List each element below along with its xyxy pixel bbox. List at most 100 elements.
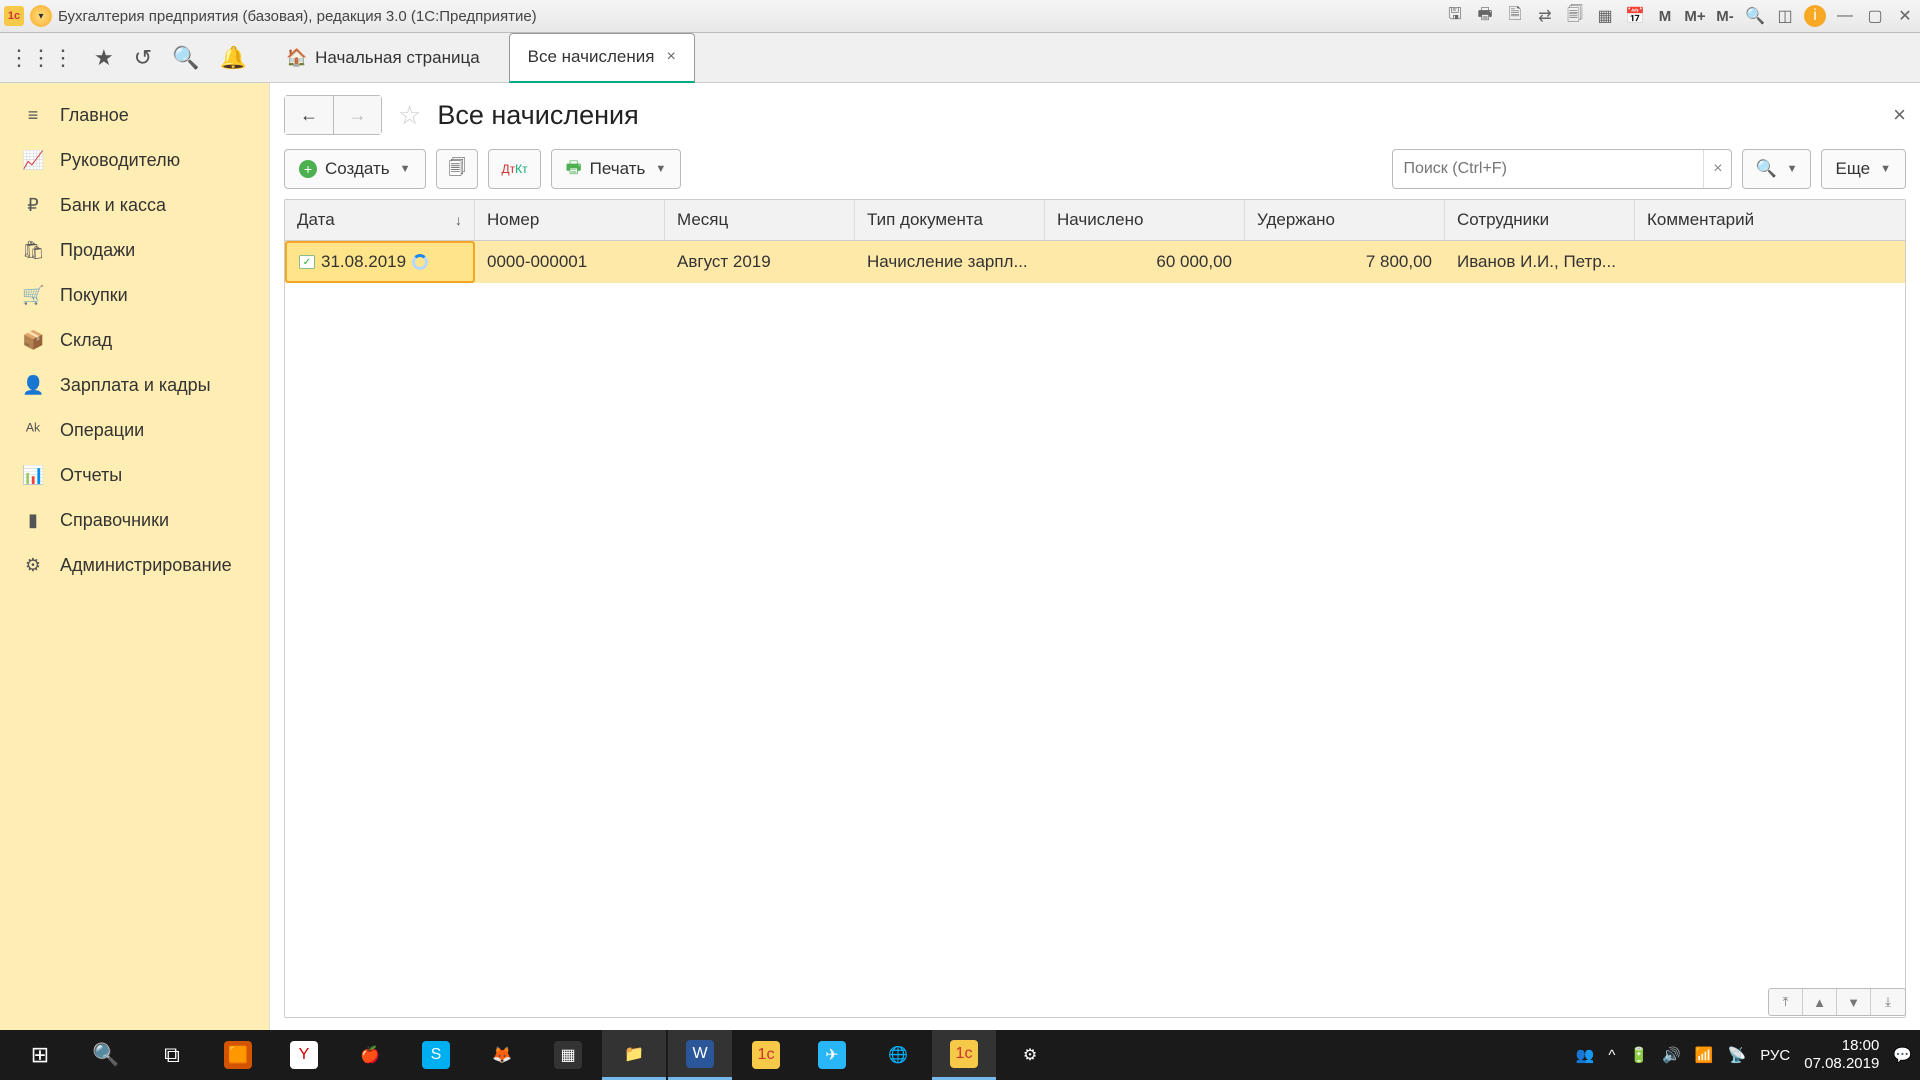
magnifier-icon: 🔍 bbox=[1755, 159, 1776, 179]
tab-accruals[interactable]: Все начисления × bbox=[509, 33, 695, 83]
language-indicator[interactable]: РУС bbox=[1760, 1047, 1790, 1064]
close-page-icon[interactable]: × bbox=[1893, 102, 1906, 128]
app-powerpoint[interactable]: 🟧 bbox=[206, 1030, 270, 1080]
copy-doc-icon: 🗐 bbox=[449, 155, 466, 184]
favorite-star-icon[interactable]: ☆ bbox=[398, 100, 421, 131]
maximize-icon[interactable]: ▢ bbox=[1864, 5, 1886, 27]
nav-back-button[interactable]: ← bbox=[285, 96, 333, 134]
sidebar-item-manager[interactable]: 📈Руководителю bbox=[0, 138, 269, 183]
sidebar-item-bank[interactable]: ₽Банк и касса bbox=[0, 183, 269, 228]
copy-button[interactable]: 🗐 bbox=[436, 149, 479, 189]
task-view-icon[interactable]: ⧉ bbox=[140, 1030, 204, 1080]
more-button[interactable]: Еще ▼ bbox=[1821, 149, 1906, 189]
app-firefox[interactable]: 🦊 bbox=[470, 1030, 534, 1080]
sidebar-item-salary[interactable]: 👤Зарплата и кадры bbox=[0, 363, 269, 408]
tab-home[interactable]: 🏠 Начальная страница bbox=[267, 33, 499, 83]
app-tomato[interactable]: 🍎 bbox=[338, 1030, 402, 1080]
sidebar-label: Покупки bbox=[60, 285, 128, 306]
info-icon[interactable]: i bbox=[1804, 5, 1826, 27]
print-button[interactable]: 🖶 Печать ▼ bbox=[551, 149, 682, 189]
panel-icon[interactable]: ◫ bbox=[1774, 5, 1796, 27]
app-settings[interactable]: ⚙ bbox=[998, 1030, 1062, 1080]
m-icon[interactable]: M bbox=[1654, 5, 1676, 27]
titlebar-dropdown-icon[interactable]: ▾ bbox=[30, 5, 52, 27]
sidebar-label: Продажи bbox=[60, 240, 135, 261]
cell-number: 0000-000001 bbox=[475, 252, 665, 272]
dtkt-icon: ДтКт bbox=[501, 162, 527, 176]
col-month[interactable]: Месяц bbox=[665, 200, 855, 240]
col-number[interactable]: Номер bbox=[475, 200, 665, 240]
nav-last-icon[interactable]: ⤓ bbox=[1871, 989, 1905, 1015]
table-row[interactable]: 31.08.2019 0000-000001 Август 2019 Начис… bbox=[285, 241, 1905, 283]
nav-down-icon[interactable]: ▼ bbox=[1837, 989, 1871, 1015]
copy-icon[interactable]: 🗐 bbox=[1564, 5, 1586, 27]
apps-grid-icon[interactable]: ⋮⋮⋮ bbox=[8, 45, 74, 71]
m-minus-icon[interactable]: M- bbox=[1714, 5, 1736, 27]
start-button[interactable]: ⊞ bbox=[8, 1030, 72, 1080]
nav-first-icon[interactable]: ⤒ bbox=[1769, 989, 1803, 1015]
sidebar-label: Отчеты bbox=[60, 465, 122, 486]
cell-date: 31.08.2019 bbox=[285, 241, 475, 283]
sidebar-item-operations[interactable]: ᴬᵏОперации bbox=[0, 408, 269, 453]
sidebar-item-sales[interactable]: 🛍Продажи bbox=[0, 228, 269, 273]
col-employees[interactable]: Сотрудники bbox=[1445, 200, 1635, 240]
search-button[interactable]: 🔍▼ bbox=[1742, 149, 1810, 189]
clear-search-icon[interactable]: × bbox=[1703, 150, 1731, 188]
app-1c-active[interactable]: 1c bbox=[932, 1030, 996, 1080]
menu-icon: ≡ bbox=[22, 105, 44, 126]
sidebar-item-admin[interactable]: ⚙Администрирование bbox=[0, 543, 269, 588]
app-chrome[interactable]: 🌐 bbox=[866, 1030, 930, 1080]
tray-chevron-icon[interactable]: ^ bbox=[1608, 1047, 1615, 1064]
battery-icon[interactable]: 🔋 bbox=[1629, 1046, 1648, 1064]
calendar-icon[interactable]: 📅 bbox=[1624, 5, 1646, 27]
clock[interactable]: 18:00 07.08.2019 bbox=[1804, 1037, 1879, 1073]
people-icon[interactable]: 👥 bbox=[1576, 1046, 1595, 1064]
sidebar-item-warehouse[interactable]: 📦Склад bbox=[0, 318, 269, 363]
print-icon[interactable]: 🖶 bbox=[1474, 5, 1496, 27]
sound-icon[interactable]: 🔊 bbox=[1662, 1046, 1681, 1064]
app-skype[interactable]: S bbox=[404, 1030, 468, 1080]
app-calc[interactable]: ▦ bbox=[536, 1030, 600, 1080]
col-doctype[interactable]: Тип документа bbox=[855, 200, 1045, 240]
create-button[interactable]: + Создать ▼ bbox=[284, 149, 426, 189]
network-icon[interactable]: 📶 bbox=[1695, 1046, 1714, 1064]
minimize-icon[interactable]: — bbox=[1834, 5, 1856, 27]
more-label: Еще bbox=[1836, 159, 1871, 179]
zoom-icon[interactable]: 🔍 bbox=[1744, 5, 1766, 27]
dtkt-button[interactable]: ДтКт bbox=[488, 149, 540, 189]
app-word[interactable]: W bbox=[668, 1030, 732, 1080]
sidebar-item-purchases[interactable]: 🛒Покупки bbox=[0, 273, 269, 318]
doc-posted-icon bbox=[299, 255, 315, 269]
m-plus-icon[interactable]: M+ bbox=[1684, 5, 1706, 27]
col-withheld[interactable]: Удержано bbox=[1245, 200, 1445, 240]
favorite-icon[interactable]: ★ bbox=[94, 45, 114, 71]
save-icon[interactable]: 🖫 bbox=[1444, 5, 1466, 27]
tab-home-label: Начальная страница bbox=[315, 48, 480, 68]
close-icon[interactable]: ✕ bbox=[1894, 5, 1916, 27]
cell-accrued: 60 000,00 bbox=[1045, 252, 1245, 272]
notifications-icon[interactable]: 💬 bbox=[1893, 1046, 1912, 1064]
app-yandex[interactable]: Y bbox=[272, 1030, 336, 1080]
nav-buttons: ← → bbox=[284, 95, 382, 135]
calc-icon[interactable]: ▦ bbox=[1594, 5, 1616, 27]
search-taskbar-icon[interactable]: 🔍 bbox=[74, 1030, 138, 1080]
search-icon[interactable]: 🔍 bbox=[172, 45, 199, 71]
wifi-icon[interactable]: 📡 bbox=[1728, 1046, 1747, 1064]
sidebar-item-main[interactable]: ≡Главное bbox=[0, 93, 269, 138]
app-1c-yellow[interactable]: 1c bbox=[734, 1030, 798, 1080]
nav-forward-button[interactable]: → bbox=[333, 96, 381, 134]
bell-icon[interactable]: 🔔 bbox=[220, 45, 247, 71]
col-date[interactable]: Дата↓ bbox=[285, 200, 475, 240]
col-accrued[interactable]: Начислено bbox=[1045, 200, 1245, 240]
app-telegram[interactable]: ✈ bbox=[800, 1030, 864, 1080]
compare-icon[interactable]: ⇄ bbox=[1534, 5, 1556, 27]
sidebar-item-directories[interactable]: ▮Справочники bbox=[0, 498, 269, 543]
sidebar-item-reports[interactable]: 📊Отчеты bbox=[0, 453, 269, 498]
tab-close-icon[interactable]: × bbox=[666, 48, 675, 66]
file-icon[interactable]: 🗎 bbox=[1504, 5, 1526, 27]
history-icon[interactable]: ↺ bbox=[134, 45, 152, 71]
search-input[interactable] bbox=[1393, 150, 1703, 188]
nav-up-icon[interactable]: ▲ bbox=[1803, 989, 1837, 1015]
col-comment[interactable]: Комментарий bbox=[1635, 200, 1905, 240]
app-explorer[interactable]: 📁 bbox=[602, 1030, 666, 1080]
